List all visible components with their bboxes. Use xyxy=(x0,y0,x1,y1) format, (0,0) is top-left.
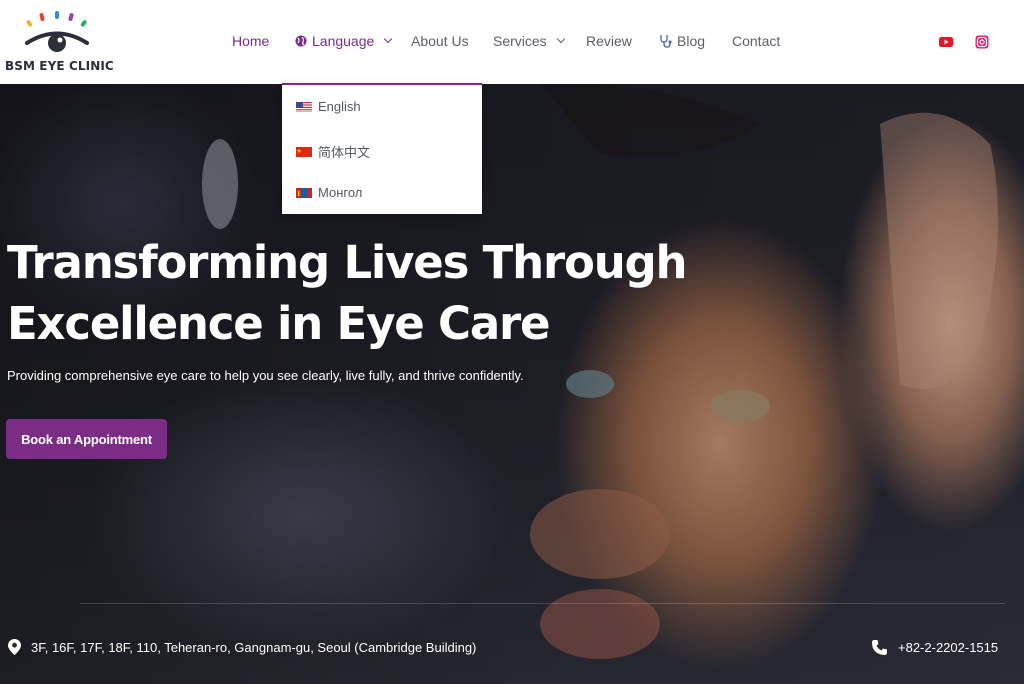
nav-contact[interactable]: Contact xyxy=(732,33,780,49)
language-option-chinese[interactable]: 简体中文 xyxy=(296,142,370,161)
nav-language[interactable]: Language xyxy=(295,33,393,49)
nav-services-label: Services xyxy=(493,33,547,49)
address-info: 3F, 16F, 17F, 18F, 110, Teheran-ro, Gang… xyxy=(8,639,476,655)
nav-blog[interactable]: Blog xyxy=(658,33,705,49)
phone-number: +82-2-2202-1515 xyxy=(898,640,999,655)
book-appointment-button[interactable]: Book an Appointment xyxy=(6,419,167,459)
nav-review-label: Review xyxy=(586,33,632,49)
nav-language-label: Language xyxy=(312,33,375,49)
chevron-down-icon xyxy=(384,34,393,44)
nav-home[interactable]: Home xyxy=(232,33,269,49)
hero-headline: Transforming Lives Through Excellence in… xyxy=(7,232,727,354)
mongolia-flag-icon xyxy=(296,187,312,198)
nav-about-label: About Us xyxy=(411,33,469,49)
stethoscope-icon xyxy=(660,35,672,48)
phone-icon xyxy=(872,640,887,655)
logo[interactable]: BSM EYE CLINIC xyxy=(4,10,114,76)
language-option-label: Монгол xyxy=(318,185,363,200)
language-option-label: English xyxy=(318,99,361,114)
globe-icon xyxy=(295,35,307,47)
language-dropdown: English 简体中文 Монгол xyxy=(282,83,482,214)
nav-home-label: Home xyxy=(232,33,270,49)
eye-logo-icon xyxy=(25,11,89,52)
instagram-icon[interactable] xyxy=(975,35,989,49)
divider xyxy=(80,603,1005,604)
location-pin-icon xyxy=(8,639,21,655)
nav-about[interactable]: About Us xyxy=(411,33,469,49)
hero-subtext: Providing comprehensive eye care to help… xyxy=(7,368,524,383)
brand-name: BSM EYE CLINIC xyxy=(5,59,114,73)
site-header: BSM EYE CLINIC Home Language About Us Se… xyxy=(0,0,1024,84)
china-flag-icon xyxy=(296,146,312,157)
nav-services[interactable]: Services xyxy=(493,33,565,49)
nav-contact-label: Contact xyxy=(732,33,781,49)
us-flag-icon xyxy=(296,101,312,112)
hero-section: Transforming Lives Through Excellence in… xyxy=(0,84,1024,684)
language-option-label: 简体中文 xyxy=(318,145,371,160)
nav-review[interactable]: Review xyxy=(586,33,632,49)
hero-headline-line1: Transforming Lives Through xyxy=(7,236,688,289)
hero-headline-line2: Excellence in Eye Care xyxy=(7,297,551,350)
phone-info[interactable]: +82-2-2202-1515 xyxy=(871,639,998,656)
language-option-english[interactable]: English xyxy=(296,99,361,114)
chevron-down-icon xyxy=(556,34,565,44)
nav-blog-label: Blog xyxy=(677,33,706,49)
language-option-mongolian[interactable]: Монгол xyxy=(296,185,362,200)
youtube-icon[interactable] xyxy=(939,35,953,49)
address-text: 3F, 16F, 17F, 18F, 110, Teheran-ro, Gang… xyxy=(31,639,477,655)
hero-overlay xyxy=(0,84,1024,684)
